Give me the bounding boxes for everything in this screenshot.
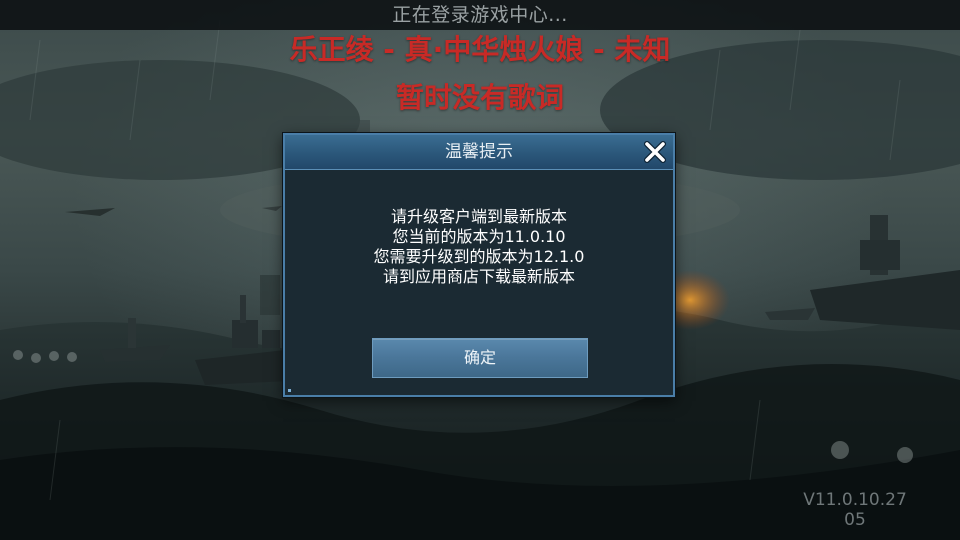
version-line-1: V11.0.10.27: [803, 490, 907, 510]
dialog-corner-decoration: [288, 389, 291, 392]
lyric-line-2: 暂时没有歌词: [395, 81, 564, 114]
message-line: 您需要升级到的版本为12.1.0: [373, 247, 585, 266]
confirm-button[interactable]: 确定: [372, 338, 588, 378]
message-line: 您当前的版本为11.0.10: [392, 227, 566, 246]
version-line-2: 05: [844, 510, 866, 530]
close-button[interactable]: [640, 137, 670, 167]
confirm-button-label: 确定: [463, 348, 496, 367]
game-scene: 正在登录游戏中心... 乐正绫 - 真·中华烛火娘 - 未知 暂时没有歌词 V1…: [0, 0, 960, 540]
message-line: 请升级客户端到最新版本: [390, 207, 567, 226]
update-prompt-dialog: 温馨提示 请升级客户端到最新版本 您当前的版本为11.0.10 您需要升级到的版…: [283, 133, 675, 397]
dialog-message: 请升级客户端到最新版本 您当前的版本为11.0.10 您需要升级到的版本为12.…: [285, 171, 673, 287]
dialog-header: 温馨提示: [285, 135, 673, 170]
login-status-text: 正在登录游戏中心...: [392, 4, 568, 26]
login-status-banner: 正在登录游戏中心...: [0, 0, 960, 30]
lyric-line-1: 乐正绫 - 真·中华烛火娘 - 未知: [289, 33, 671, 66]
message-line: 请到应用商店下载最新版本: [382, 267, 575, 286]
dialog-title: 温馨提示: [445, 142, 513, 162]
version-label: V11.0.10.27 05: [800, 490, 910, 530]
close-x-icon: [644, 141, 666, 163]
